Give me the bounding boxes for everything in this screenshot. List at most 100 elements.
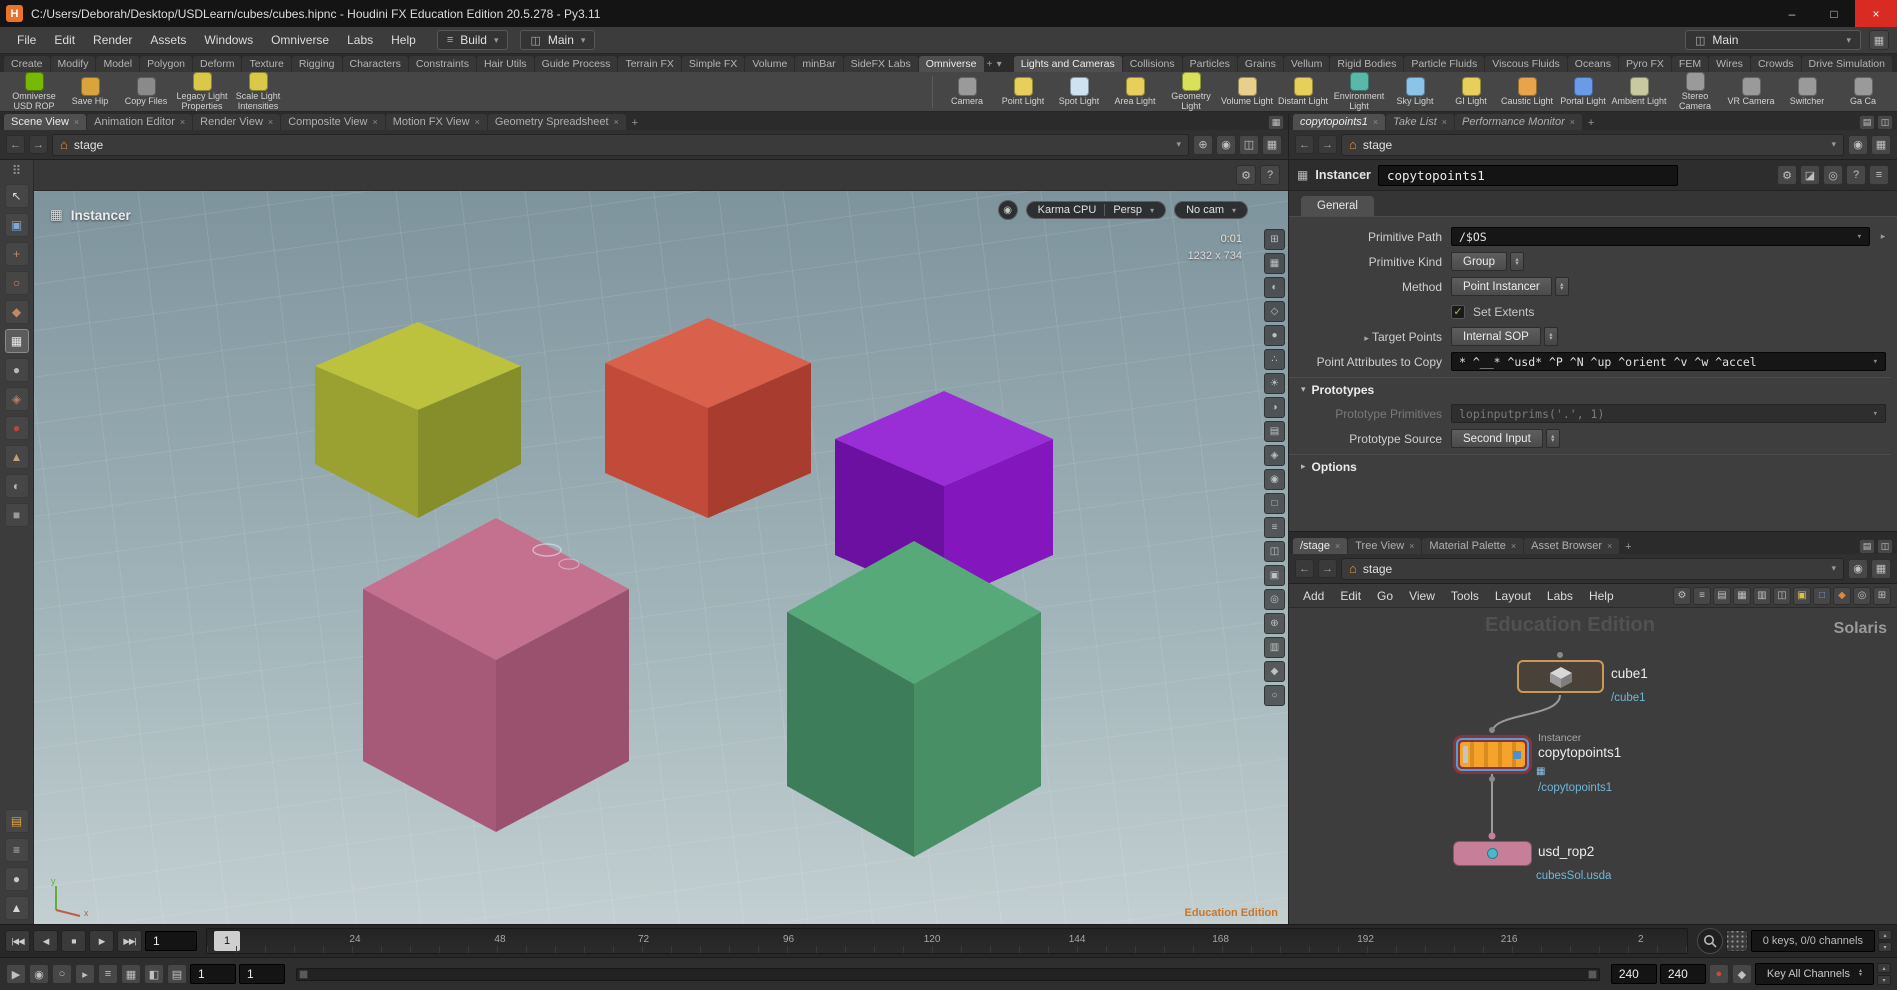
pane-drag-handle-icon[interactable]: ⠿	[12, 164, 22, 177]
shelf-tab[interactable]: Wires	[1709, 56, 1750, 72]
shelf-tool[interactable]: Ga Ca	[1835, 77, 1891, 107]
wrench-icon[interactable]: ⚙	[1673, 587, 1691, 605]
jump-start-button[interactable]: |◀◀	[5, 930, 30, 952]
shelf-tab[interactable]: Guide Process	[535, 56, 618, 72]
shelf-tool[interactable]: Copy Files	[118, 77, 174, 107]
pane-tab[interactable]: Animation Editor ×	[87, 114, 192, 130]
layout-nodes-icon[interactable]: ≡	[1693, 587, 1711, 605]
shelf-tab[interactable]: Characters	[343, 56, 408, 72]
alpha-icon[interactable]: ○	[1264, 685, 1285, 706]
forward-icon[interactable]: →	[1318, 559, 1337, 578]
menu-item[interactable]: Help	[382, 29, 425, 51]
node-path[interactable]: cubesSol.usda	[1536, 870, 1611, 882]
prototypes-section-header[interactable]: ▾ Prototypes	[1289, 377, 1891, 401]
close-icon[interactable]: ×	[1607, 541, 1612, 551]
pane-tab[interactable]: Material Palette ×	[1422, 538, 1523, 554]
key-all-channels-selector[interactable]: Key All Channels ▴▾	[1755, 963, 1874, 985]
playbar-options-icon[interactable]: ▤	[167, 964, 187, 984]
shelf-tab[interactable]: Grains	[1238, 56, 1283, 72]
minimize-button[interactable]: –	[1771, 0, 1813, 27]
menu-item[interactable]: Go	[1369, 587, 1401, 605]
shelf-tab[interactable]: Constraints	[409, 56, 476, 72]
close-icon[interactable]: ×	[1373, 117, 1378, 127]
sculpt-tool-icon[interactable]: ▲	[5, 445, 29, 469]
prototype-source-dropdown[interactable]: Second Input	[1451, 429, 1543, 448]
camera-lock-icon[interactable]: ◉	[998, 200, 1018, 220]
menu-item[interactable]: Labs	[1539, 587, 1581, 605]
node-path[interactable]: /copytopoints1	[1538, 782, 1612, 794]
playback-end-field[interactable]: 240	[1611, 964, 1657, 984]
menu-item[interactable]: Edit	[45, 29, 84, 51]
options-section-header[interactable]: ▸ Options	[1289, 454, 1891, 478]
shelf-tool[interactable]: Scale Light Intensities	[230, 72, 286, 111]
new-pane-tab-icon[interactable]: +	[1620, 539, 1636, 554]
menu-item[interactable]: Windows	[195, 29, 262, 51]
shelf-tab[interactable]: Polygon	[140, 56, 192, 72]
message-log-icon[interactable]: ●	[5, 867, 29, 891]
node-copytopoints1[interactable]	[1453, 735, 1532, 774]
menu-item[interactable]: Edit	[1332, 587, 1369, 605]
back-icon[interactable]: ←	[6, 135, 25, 154]
close-icon[interactable]: ×	[268, 117, 273, 127]
loop-icon[interactable]: ○	[52, 964, 72, 984]
menu-item[interactable]: Tools	[1443, 587, 1487, 605]
rotate-handle-icon[interactable]: ○	[5, 271, 29, 295]
close-icon[interactable]: ×	[1442, 117, 1447, 127]
shelf-tool[interactable]: Legacy Light Properties	[174, 72, 230, 111]
range-handle-left[interactable]	[299, 970, 308, 979]
shelf-tab[interactable]: Collisions	[1123, 56, 1182, 72]
split-view-icon[interactable]: ◫	[1264, 541, 1285, 562]
shelf-tool[interactable]: Camera	[939, 77, 995, 107]
expand-icon[interactable]: ▸	[1364, 333, 1369, 343]
menu-item[interactable]: Assets	[141, 29, 195, 51]
crosshair-icon[interactable]: ⊕	[1193, 135, 1213, 155]
shelf-tool[interactable]: Geometry Light	[1163, 72, 1219, 111]
close-icon[interactable]: ×	[372, 117, 377, 127]
pane-tab[interactable]: Motion FX View ×	[386, 114, 487, 130]
node-flag-icon[interactable]	[1513, 751, 1521, 759]
menu-item[interactable]: Help	[1581, 587, 1622, 605]
shelf-tab[interactable]: minBar	[795, 56, 842, 72]
shelf-tab[interactable]: Lights and Cameras	[1014, 56, 1122, 72]
shelf-tab[interactable]: Model	[96, 56, 139, 72]
forward-icon[interactable]: →	[29, 135, 48, 154]
shelf-tool[interactable]: Area Light	[1107, 77, 1163, 107]
new-pane-tab-icon[interactable]: +	[1583, 115, 1599, 130]
gamma-icon[interactable]: ◆	[1264, 661, 1285, 682]
add-shelf-icon[interactable]: +	[985, 57, 995, 72]
gear-icon[interactable]: ⚙	[1236, 165, 1256, 185]
pane-tab[interactable]: Asset Browser ×	[1524, 538, 1619, 554]
current-frame-field[interactable]: 1	[145, 931, 197, 951]
playback-range-slider[interactable]	[296, 968, 1600, 981]
network-path-combo[interactable]: ⌂ stage ▾	[1341, 558, 1844, 580]
character-tool-icon[interactable]: ◈	[5, 387, 29, 411]
pane-tab[interactable]: Scene View ×	[4, 114, 86, 130]
pane-maximize-icon[interactable]: ▦	[1268, 115, 1284, 130]
menu-item[interactable]: Add	[1295, 587, 1332, 605]
menu-item[interactable]: View	[1401, 587, 1443, 605]
main-menu-right[interactable]: ◫ Main ▾	[1685, 30, 1861, 50]
desktop-icon[interactable]: ▦	[1869, 30, 1889, 50]
shelf-tool[interactable]: Spot Light	[1051, 77, 1107, 107]
shelf-tab[interactable]: Oceans	[1568, 56, 1618, 72]
grid-snap-icon[interactable]: ▦	[1733, 587, 1751, 605]
node-usd-rop2[interactable]	[1453, 841, 1532, 866]
params-path-combo[interactable]: ⌂ stage ▾	[1341, 134, 1844, 156]
shelf-tab[interactable]: Pyro FX	[1619, 56, 1671, 72]
pane-layout-icon[interactable]: ▦	[1871, 135, 1891, 155]
light-tool-icon[interactable]: ◐	[5, 474, 29, 498]
crop-region-icon[interactable]: □	[1264, 493, 1285, 514]
close-icon[interactable]: ×	[180, 117, 185, 127]
shelf-tool[interactable]: Point Light	[995, 77, 1051, 107]
auto-key-icon[interactable]: ●	[1709, 964, 1729, 984]
stepper-icon[interactable]: ▴▾	[1555, 277, 1569, 296]
pane-tab[interactable]: Tree View ×	[1348, 538, 1421, 554]
list-mode-icon[interactable]: ▥	[1753, 587, 1771, 605]
parm-action-icon[interactable]: ▸	[1875, 231, 1891, 242]
close-icon[interactable]: ×	[475, 117, 480, 127]
main-desktop-selector[interactable]: ◫ Main ▾	[520, 30, 595, 50]
image-bg-icon[interactable]: ◫	[1773, 587, 1791, 605]
shelf-tab[interactable]: Crowds	[1751, 56, 1801, 72]
stow-bar-icon[interactable]: ≡	[5, 838, 29, 862]
lighting-icon[interactable]: ☀	[1264, 373, 1285, 394]
